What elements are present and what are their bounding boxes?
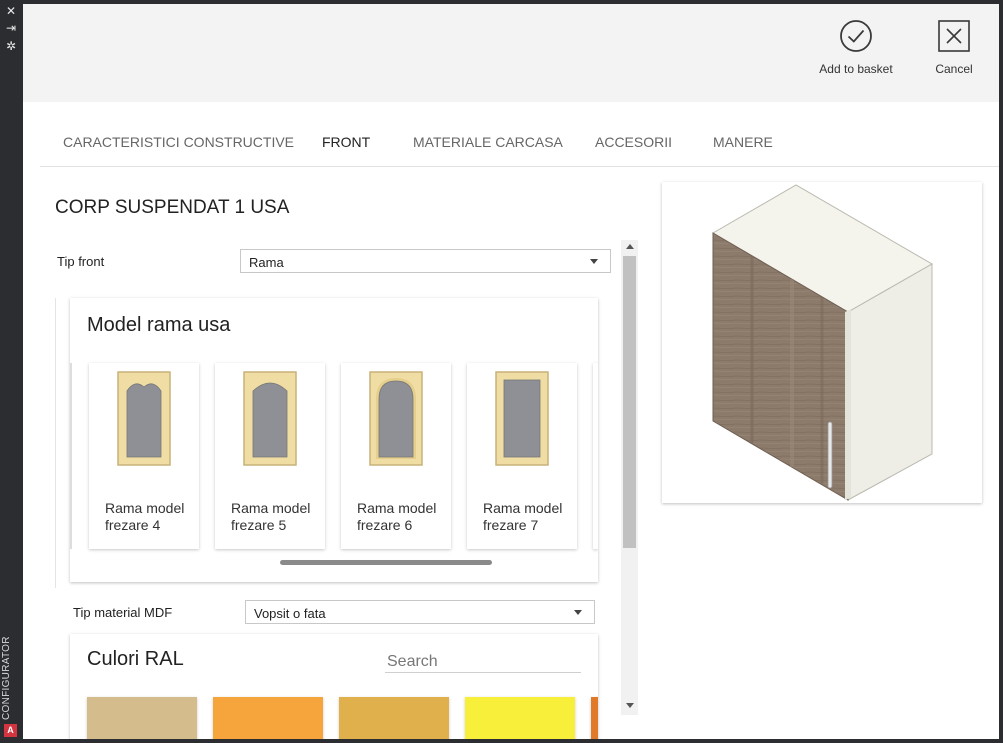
pin-icon[interactable]: ⇥: [4, 21, 18, 35]
tip-front-label: Tip front: [57, 254, 105, 269]
model-rama-panel: Model rama usa Rama model frezare 4 Rama…: [70, 298, 598, 582]
scroll-up-icon[interactable]: [626, 244, 634, 249]
close-icon[interactable]: ✕: [4, 4, 18, 18]
tip-material-value: Vopsit o fata: [254, 606, 326, 621]
color-swatch[interactable]: [339, 697, 449, 739]
tab-manere[interactable]: MANERE: [713, 134, 773, 150]
add-to-basket-button[interactable]: Add to basket: [815, 19, 897, 79]
side-title: CONFIGURATOR: [1, 636, 12, 720]
cancel-icon: [938, 20, 970, 52]
card-title: Rama model: [105, 500, 185, 516]
card-subtitle: frezare 4: [105, 517, 161, 533]
cancel-button[interactable]: Cancel: [913, 19, 995, 79]
prev-card-edge: [70, 363, 72, 549]
configurator-window: Add to basket Cancel CARACTERISTICI CONS…: [23, 4, 999, 739]
ral-panel-title: Culori RAL: [87, 648, 184, 670]
card-frezare-4[interactable]: Rama model frezare 4: [89, 363, 199, 549]
color-swatch[interactable]: [87, 697, 197, 739]
card-subtitle: frezare 7: [483, 517, 539, 533]
app-frame: ✕ ⇥ ✲ CONFIGURATOR A Add to basket Cance…: [0, 0, 1003, 743]
tip-front-select[interactable]: Rama: [240, 249, 611, 273]
app-logo: A: [4, 724, 17, 737]
chevron-down-icon: [574, 610, 582, 615]
door-flat-icon: [495, 371, 549, 466]
cabinet-preview: [662, 182, 982, 503]
side-strip: ✕ ⇥ ✲ CONFIGURATOR A: [0, 0, 22, 743]
card-title: Rama model: [357, 500, 437, 516]
tab-accesorii[interactable]: ACCESORII: [595, 134, 672, 150]
tab-materiale-carcasa[interactable]: MATERIALE CARCASA: [413, 134, 563, 150]
tab-caracteristici[interactable]: CARACTERISTICI CONSTRUCTIVE: [63, 134, 294, 150]
add-to-basket-label: Add to basket: [819, 62, 893, 76]
card-subtitle: frezare 5: [231, 517, 287, 533]
page-title: CORP SUSPENDAT 1 USA: [55, 197, 290, 218]
cabinet-3d-image: [712, 184, 934, 501]
scroll-down-icon[interactable]: [626, 703, 634, 708]
color-swatch[interactable]: [213, 697, 323, 739]
tip-material-select[interactable]: Vopsit o fata: [245, 600, 595, 624]
card-frezare-5[interactable]: Rama model frezare 5: [215, 363, 325, 549]
model-panel-title: Model rama usa: [87, 314, 231, 336]
color-swatch[interactable]: [591, 697, 598, 739]
door-arch-icon: [369, 371, 423, 466]
chevron-down-icon: [590, 259, 598, 264]
card-frezare-6[interactable]: Rama model frezare 6: [341, 363, 451, 549]
horizontal-scrollbar[interactable]: [280, 560, 492, 565]
tip-material-label: Tip material MDF: [73, 605, 173, 620]
tab-front[interactable]: FRONT: [322, 134, 370, 150]
next-card-edge: [593, 363, 598, 549]
door-round-icon: [243, 371, 297, 466]
top-toolbar: Add to basket Cancel: [23, 4, 999, 102]
scrollbar-thumb[interactable]: [623, 256, 636, 548]
search-input[interactable]: [385, 651, 581, 673]
door-pointed-icon: [117, 371, 171, 466]
card-title: Rama model: [231, 500, 311, 516]
culori-ral-panel: Culori RAL: [70, 634, 598, 739]
checkmark-icon: [840, 20, 872, 52]
card-title: Rama model: [483, 500, 563, 516]
card-subtitle: frezare 6: [357, 517, 413, 533]
tab-bar: CARACTERISTICI CONSTRUCTIVE FRONT MATERI…: [40, 122, 999, 167]
cancel-label: Cancel: [935, 62, 973, 76]
color-swatch[interactable]: [465, 697, 575, 739]
card-frezare-7[interactable]: Rama model frezare 7: [467, 363, 577, 549]
tip-front-value: Rama: [249, 255, 284, 270]
gear-icon[interactable]: ✲: [4, 39, 18, 53]
